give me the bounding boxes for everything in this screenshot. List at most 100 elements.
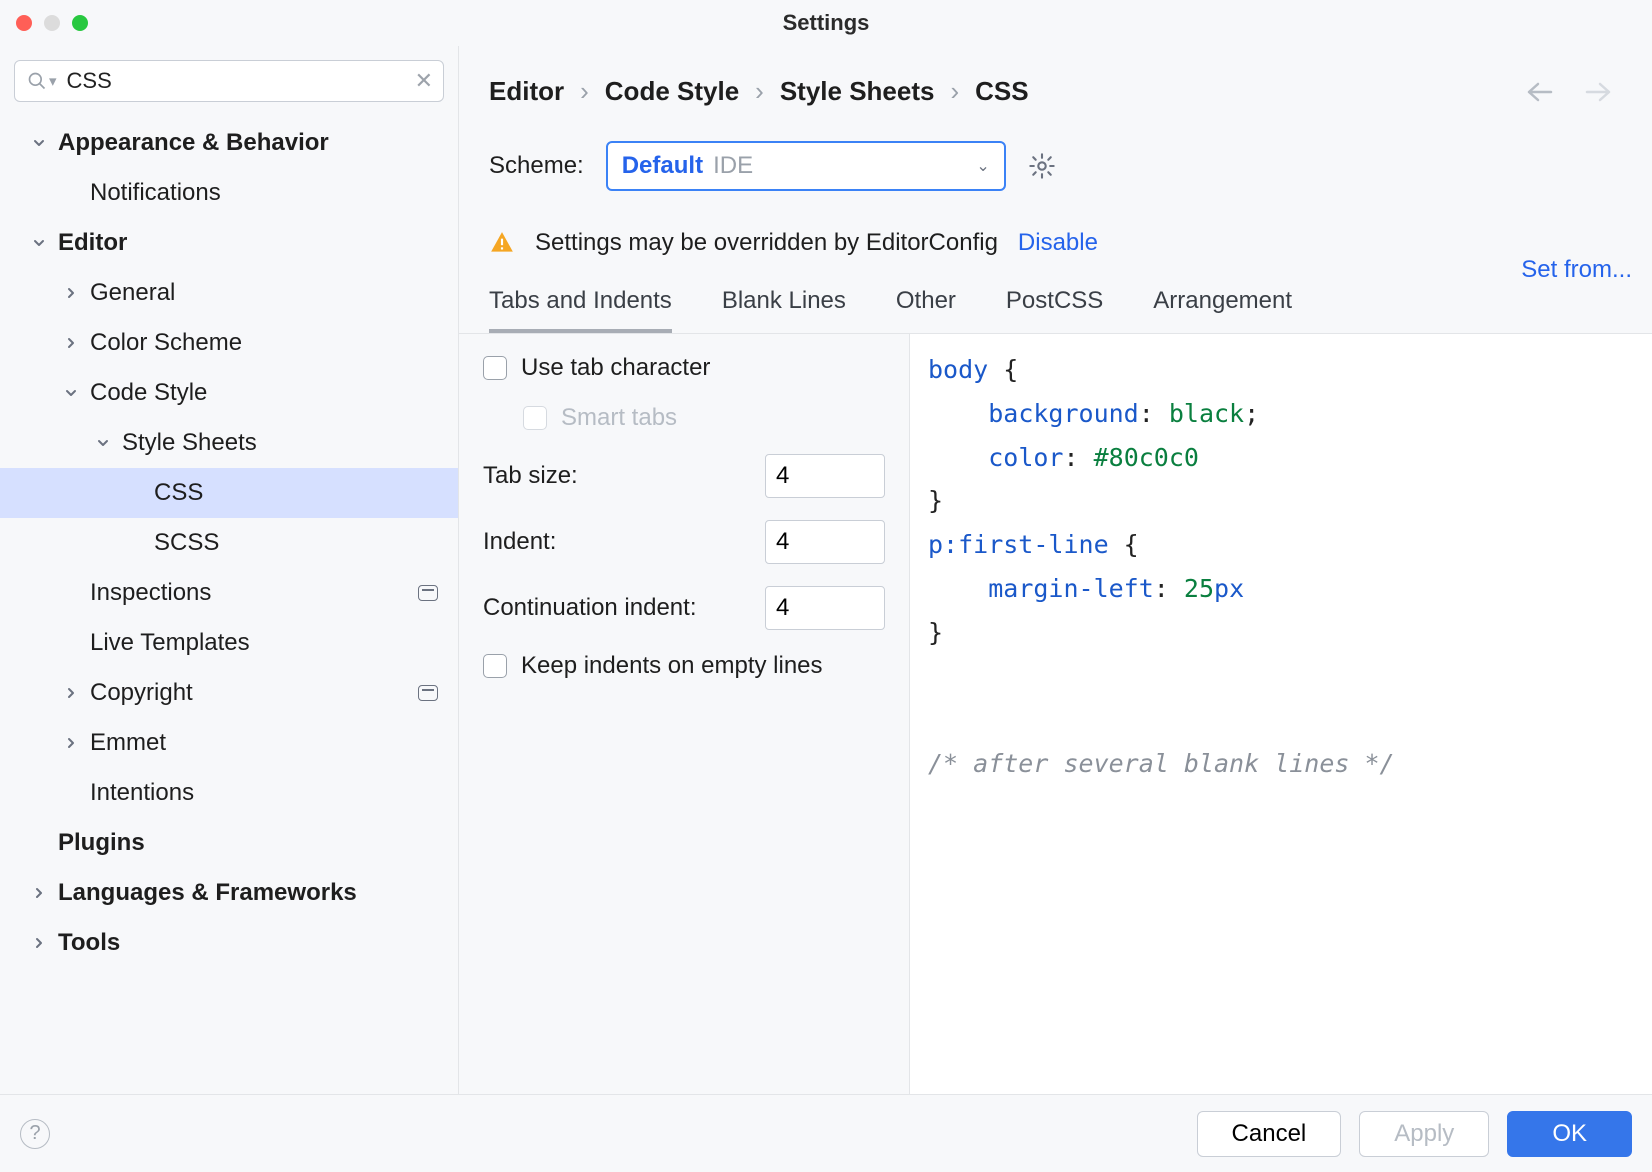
tab-other[interactable]: Other xyxy=(896,287,956,333)
sidebar-item-languages-frameworks[interactable]: Languages & Frameworks xyxy=(0,868,458,918)
minimize-window-icon xyxy=(44,15,60,31)
tab-size-label: Tab size: xyxy=(483,462,578,490)
sidebar-item-color-scheme[interactable]: Color Scheme xyxy=(0,318,458,368)
breadcrumb-editor[interactable]: Editor xyxy=(489,76,564,107)
breadcrumb: Editor›Code Style›Style Sheets›CSS xyxy=(489,76,1029,107)
sidebar-item-label: Color Scheme xyxy=(90,329,242,357)
indent-form: Use tab character Smart tabs Tab size: I… xyxy=(459,334,909,1094)
sidebar-item-label: Languages & Frameworks xyxy=(58,879,357,907)
tab-postcss[interactable]: PostCSS xyxy=(1006,287,1103,333)
sidebar-item-notifications[interactable]: Notifications xyxy=(0,168,458,218)
chevron-down-icon: ⌄ xyxy=(976,156,989,176)
chevron-right-icon[interactable] xyxy=(62,286,80,300)
gear-icon[interactable] xyxy=(1028,152,1056,180)
nav-back-icon[interactable] xyxy=(1526,81,1554,103)
sidebar: ▾ ✕ Appearance & Behavior Notifications Ed… xyxy=(0,46,458,1094)
warning-text: Settings may be overridden by EditorConf… xyxy=(535,229,998,257)
window-title: Settings xyxy=(783,10,870,36)
sidebar-item-label: Appearance & Behavior xyxy=(58,129,329,157)
search-input[interactable] xyxy=(67,68,415,94)
sidebar-item-label: Code Style xyxy=(90,379,207,407)
sidebar-item-intentions[interactable]: Intentions xyxy=(0,768,458,818)
footer: ? Cancel Apply OK xyxy=(0,1094,1652,1172)
use-tab-checkbox[interactable]: Use tab character xyxy=(483,354,885,382)
sidebar-item-appearance-behavior[interactable]: Appearance & Behavior xyxy=(0,118,458,168)
chevron-down-icon[interactable] xyxy=(30,136,48,150)
smart-tabs-label: Smart tabs xyxy=(561,404,677,432)
sidebar-item-live-templates[interactable]: Live Templates xyxy=(0,618,458,668)
sidebar-item-label: Notifications xyxy=(90,179,221,207)
ok-button[interactable]: OK xyxy=(1507,1111,1632,1157)
sidebar-item-label: Inspections xyxy=(90,579,211,607)
sidebar-item-label: General xyxy=(90,279,175,307)
cancel-button[interactable]: Cancel xyxy=(1197,1111,1342,1157)
settings-tree: Appearance & Behavior Notifications Editor… xyxy=(0,112,458,1094)
titlebar: Settings xyxy=(0,0,1652,46)
sidebar-item-emmet[interactable]: Emmet xyxy=(0,718,458,768)
tabs: Tabs and Indents Blank Lines Other PostCSS A… xyxy=(459,269,1652,333)
project-badge-icon xyxy=(418,685,438,701)
sidebar-item-plugins[interactable]: Plugins xyxy=(0,818,458,868)
main-panel: Editor›Code Style›Style Sheets›CSS Schem… xyxy=(459,46,1652,1094)
sidebar-item-label: Live Templates xyxy=(90,629,250,657)
help-icon[interactable]: ? xyxy=(20,1119,50,1149)
sidebar-item-label: Plugins xyxy=(58,829,145,857)
nav-forward-icon[interactable] xyxy=(1584,81,1612,103)
scheme-value: Default xyxy=(622,152,703,180)
tab-arrangement[interactable]: Arrangement xyxy=(1153,287,1292,333)
sidebar-item-copyright[interactable]: Copyright xyxy=(0,668,458,718)
breadcrumb-css: CSS xyxy=(975,76,1028,107)
indent-input[interactable] xyxy=(765,520,885,564)
warning-icon xyxy=(489,230,515,256)
indent-label: Indent: xyxy=(483,528,556,556)
sidebar-item-code-style[interactable]: Code Style xyxy=(0,368,458,418)
maximize-window-icon[interactable] xyxy=(72,15,88,31)
scheme-label: Scheme: xyxy=(489,152,584,180)
chevron-right-icon[interactable] xyxy=(30,936,48,950)
sidebar-item-label: Editor xyxy=(58,229,127,257)
chevron-down-icon[interactable] xyxy=(30,236,48,250)
sidebar-item-general[interactable]: General xyxy=(0,268,458,318)
close-window-icon[interactable] xyxy=(16,15,32,31)
sidebar-item-style-sheets[interactable]: Style Sheets xyxy=(0,418,458,468)
project-badge-icon xyxy=(418,585,438,601)
chevron-right-icon[interactable] xyxy=(62,736,80,750)
sidebar-item-label: Intentions xyxy=(90,779,194,807)
sidebar-item-label: CSS xyxy=(154,479,203,507)
use-tab-label: Use tab character xyxy=(521,354,710,382)
continuation-indent-label: Continuation indent: xyxy=(483,594,697,622)
search-icon xyxy=(27,71,47,91)
tab-tabs-and-indents[interactable]: Tabs and Indents xyxy=(489,287,672,333)
apply-button: Apply xyxy=(1359,1111,1489,1157)
continuation-indent-input[interactable] xyxy=(765,586,885,630)
sidebar-item-scss[interactable]: SCSS xyxy=(0,518,458,568)
sidebar-item-css[interactable]: CSS xyxy=(0,468,458,518)
breadcrumb-style-sheets[interactable]: Style Sheets xyxy=(780,76,935,107)
breadcrumb-code-style[interactable]: Code Style xyxy=(605,76,739,107)
sidebar-item-editor[interactable]: Editor xyxy=(0,218,458,268)
tab-size-input[interactable] xyxy=(765,454,885,498)
tab-blank-lines[interactable]: Blank Lines xyxy=(722,287,846,333)
sidebar-item-label: Style Sheets xyxy=(122,429,257,457)
chevron-down-icon[interactable] xyxy=(62,386,80,400)
scheme-select[interactable]: Default IDE ⌄ xyxy=(606,141,1006,191)
sidebar-item-label: Emmet xyxy=(90,729,166,757)
sidebar-item-inspections[interactable]: Inspections xyxy=(0,568,458,618)
chevron-down-icon[interactable]: ▾ xyxy=(49,72,57,90)
chevron-right-icon[interactable] xyxy=(62,686,80,700)
keep-indents-label: Keep indents on empty lines xyxy=(521,652,823,680)
keep-indents-checkbox[interactable]: Keep indents on empty lines xyxy=(483,652,885,680)
sidebar-item-label: SCSS xyxy=(154,529,219,557)
search-input-wrap[interactable]: ▾ ✕ xyxy=(14,60,444,102)
smart-tabs-checkbox: Smart tabs xyxy=(523,404,885,432)
chevron-down-icon[interactable] xyxy=(94,436,112,450)
disable-editorconfig-link[interactable]: Disable xyxy=(1018,229,1098,257)
sidebar-item-label: Tools xyxy=(58,929,120,957)
chevron-right-icon[interactable] xyxy=(62,336,80,350)
sidebar-item-tools[interactable]: Tools xyxy=(0,918,458,968)
scheme-sub: IDE xyxy=(713,152,753,180)
code-preview: body { background: black; color: #80c0c0… xyxy=(909,334,1652,1094)
clear-search-icon[interactable]: ✕ xyxy=(415,68,433,94)
sidebar-item-label: Copyright xyxy=(90,679,193,707)
chevron-right-icon[interactable] xyxy=(30,886,48,900)
